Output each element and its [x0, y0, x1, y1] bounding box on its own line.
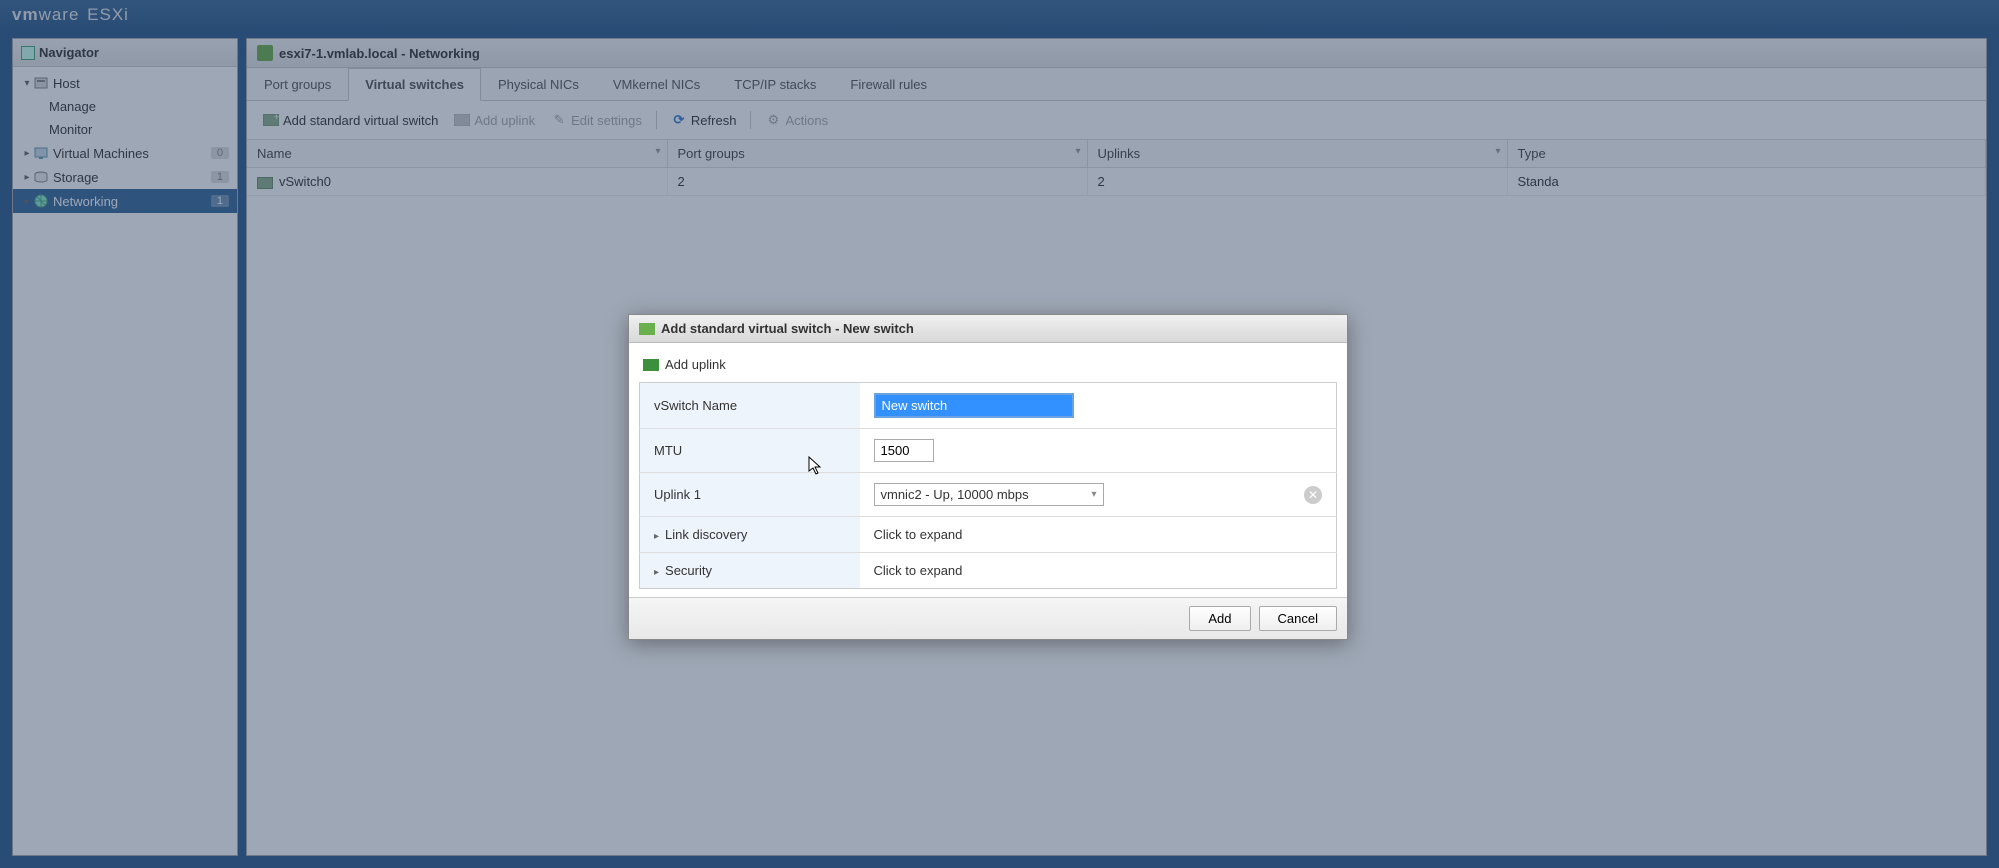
remove-uplink-button[interactable]: ✕ — [1304, 486, 1322, 504]
mtu-input[interactable] — [874, 439, 934, 462]
row-security[interactable]: Security Click to expand — [640, 553, 1337, 589]
dialog-title-bar[interactable]: Add standard virtual switch - New switch — [629, 315, 1347, 343]
security-label: Security — [640, 553, 860, 589]
nic-icon — [643, 359, 659, 371]
add-button[interactable]: Add — [1189, 606, 1250, 631]
vswitch-name-label: vSwitch Name — [640, 383, 860, 429]
row-link-discovery[interactable]: Link discovery Click to expand — [640, 517, 1337, 553]
cancel-button[interactable]: Cancel — [1259, 606, 1337, 631]
vswitch-name-input[interactable] — [874, 393, 1074, 418]
link-discovery-label: Link discovery — [640, 517, 860, 553]
dialog-title-text: Add standard virtual switch - New switch — [661, 321, 914, 336]
row-mtu: MTU — [640, 429, 1337, 473]
dialog-footer: Add Cancel — [629, 597, 1347, 639]
vswitch-icon — [639, 323, 655, 335]
uplink1-select[interactable]: vmnic2 - Up, 10000 mbps ▾ — [874, 483, 1104, 506]
link-discovery-value: Click to expand — [860, 517, 1337, 553]
security-value: Click to expand — [860, 553, 1337, 589]
row-vswitch-name: vSwitch Name — [640, 383, 1337, 429]
row-uplink-1: Uplink 1 vmnic2 - Up, 10000 mbps ▾ ✕ — [640, 473, 1337, 517]
add-uplink-text: Add uplink — [665, 357, 726, 372]
chevron-down-icon: ▾ — [1091, 489, 1096, 500]
mtu-label: MTU — [640, 429, 860, 473]
dialog-body: Add uplink vSwitch Name MTU Uplink 1 vmn… — [629, 343, 1347, 597]
form-table: vSwitch Name MTU Uplink 1 vmnic2 - Up, 1… — [639, 382, 1337, 589]
uplink1-value: vmnic2 - Up, 10000 mbps — [881, 487, 1029, 502]
uplink1-label: Uplink 1 — [640, 473, 860, 517]
add-vswitch-dialog: Add standard virtual switch - New switch… — [628, 314, 1348, 640]
add-uplink-action[interactable]: Add uplink — [639, 355, 1337, 382]
